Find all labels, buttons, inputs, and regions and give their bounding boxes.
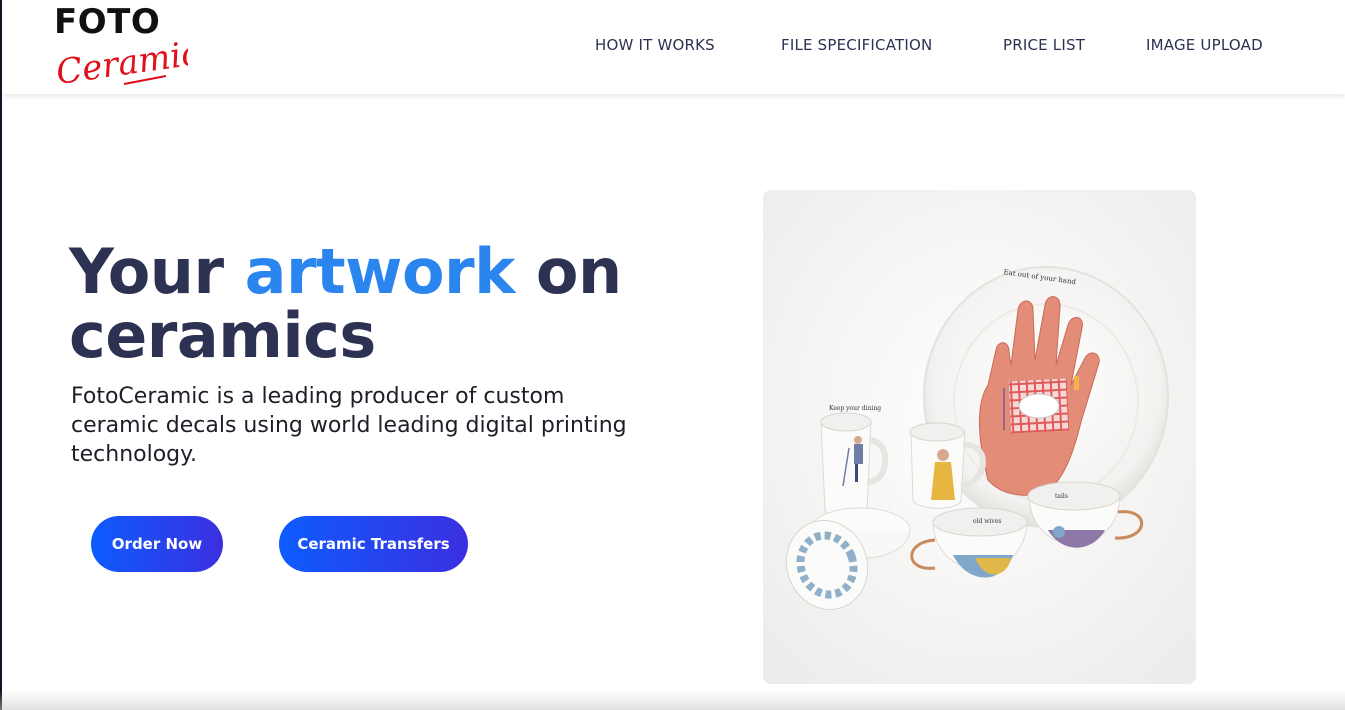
nav-image-upload[interactable]: IMAGE UPLOAD xyxy=(1146,36,1263,54)
window-edge xyxy=(0,0,2,710)
hero-title-part1: Your xyxy=(69,235,245,308)
nav-file-specification[interactable]: FILE SPECIFICATION xyxy=(781,36,932,54)
ceramic-transfers-button[interactable]: Ceramic Transfers xyxy=(279,516,468,572)
cup-right-caption: tails xyxy=(1055,493,1068,500)
nav-price-list[interactable]: PRICE LIST xyxy=(1003,36,1085,54)
ceramics-illustration: Eat out of your hand Keep your dining ol… xyxy=(763,190,1196,684)
hero-description: FotoCeramic is a leading producer of cus… xyxy=(71,384,627,467)
bottom-shadow xyxy=(0,690,1345,710)
hero-title: Your artwork on ceramics xyxy=(69,240,689,368)
site-header: FOTO Ceramic HOW IT WORKS FILE SPECIFICA… xyxy=(2,0,1345,94)
hero-title-accent: artwork xyxy=(244,235,516,308)
main-navigation: HOW IT WORKS FILE SPECIFICATION PRICE LI… xyxy=(2,36,1345,56)
mug-caption: Keep your dining xyxy=(829,405,881,412)
ceramics-product-photo: Eat out of your hand Keep your dining ol… xyxy=(763,190,1196,684)
nav-how-it-works[interactable]: HOW IT WORKS xyxy=(595,36,715,54)
order-now-button[interactable]: Order Now xyxy=(91,516,223,572)
logo-foto-text: FOTO xyxy=(54,2,161,42)
cup-caption: old wives xyxy=(973,518,1001,525)
